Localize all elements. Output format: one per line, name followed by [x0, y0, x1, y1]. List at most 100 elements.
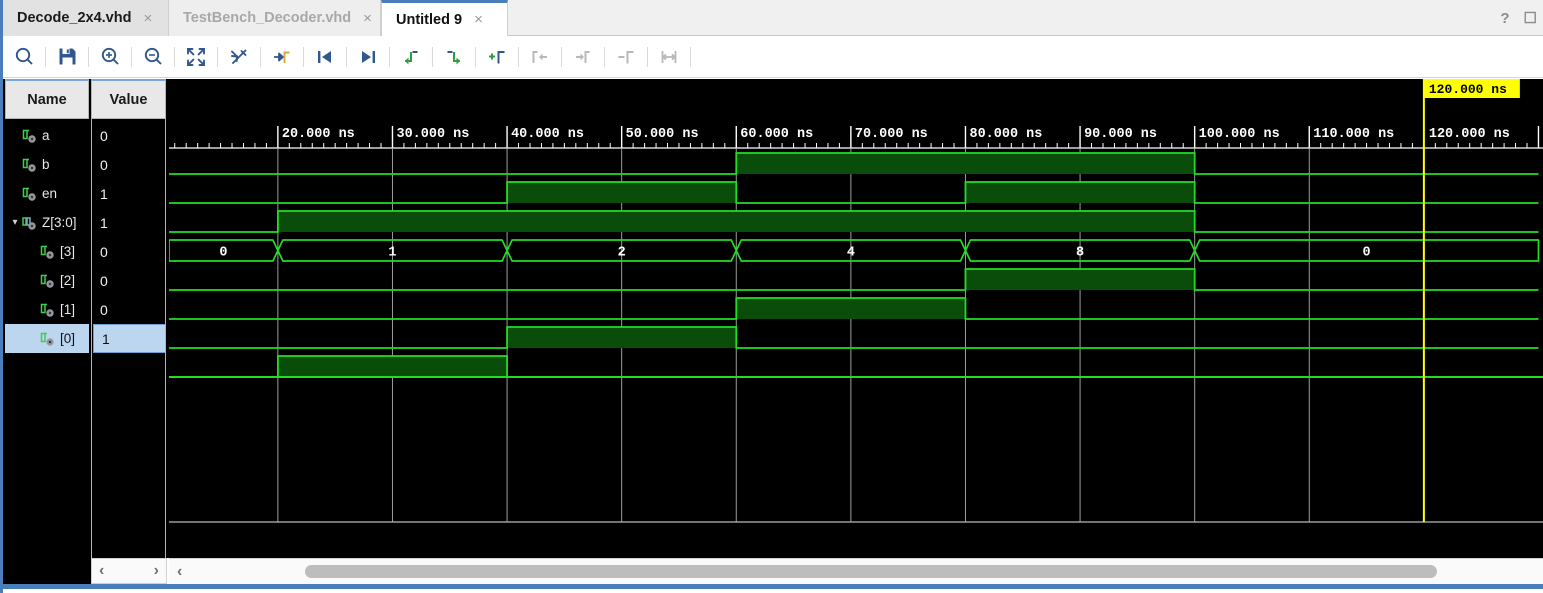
signal-list-panel: Name Value a b en ▾ Z[3:0] [3] [2] [1] [0] 00110… — [3, 79, 169, 558]
waveform-track-Z30: 0 1 2 4 8 0 — [169, 239, 1540, 262]
signal-value-cell[interactable]: 1 — [92, 179, 165, 208]
toolbar — [3, 36, 1543, 78]
chevron-down-icon[interactable]: ▾ — [9, 217, 21, 228]
tab-label: Untitled 9 — [396, 11, 463, 28]
zoom-cancel-icon[interactable] — [218, 36, 260, 78]
signal-row-en[interactable]: en — [5, 179, 89, 208]
ruler-label: 80.000 ns — [969, 127, 1042, 142]
next-edge-icon — [562, 36, 604, 78]
previous-edge-icon — [519, 36, 561, 78]
zoom-fit-icon[interactable] — [175, 36, 217, 78]
zoom-out-icon[interactable] — [132, 36, 174, 78]
search-icon[interactable] — [3, 36, 45, 78]
bus-value-label: 0 — [1363, 246, 1371, 261]
signal-value-cell[interactable]: 0 — [92, 266, 165, 295]
left-panel-filler — [3, 558, 91, 584]
signal-row-b[interactable]: b — [5, 150, 89, 179]
signal-value-cell[interactable]: 0 — [92, 121, 165, 150]
column-header-name[interactable]: Name — [5, 79, 89, 119]
ruler-label: 60.000 ns — [740, 127, 813, 142]
signal-value-cell[interactable]: 0 — [92, 237, 165, 266]
time-cursor[interactable]: 120.000 ns 120.000 ns — [1422, 79, 1520, 522]
signal-list-header: Name Value — [3, 79, 169, 119]
goto-time-icon[interactable] — [261, 36, 303, 78]
waveform-horizontal-scrollbar[interactable]: ‹ — [169, 558, 1543, 584]
tab-close-icon[interactable]: × — [474, 12, 483, 27]
bus-value-label: 4 — [847, 246, 855, 261]
help-icon[interactable]: ? — [1500, 11, 1509, 26]
column-header-value[interactable]: Value — [91, 79, 166, 119]
tab-decode-2x4[interactable]: Decode_2x4.vhd × — [3, 0, 169, 36]
signal-row-Z30[interactable]: ▾ Z[3:0] — [5, 208, 89, 237]
measure-icon — [648, 36, 690, 78]
signal-row-2[interactable]: [2] — [5, 266, 89, 295]
scrollbar-track[interactable] — [182, 559, 1543, 585]
waveform-track-a — [169, 152, 1539, 175]
signal-row-3[interactable]: [3] — [5, 237, 89, 266]
tab-bar: Decode_2x4.vhd × TestBench_Decoder.vhd ×… — [3, 0, 1543, 36]
tab-label: TestBench_Decoder.vhd — [183, 10, 352, 26]
ruler-label: 40.000 ns — [511, 127, 584, 142]
scroll-left-icon[interactable]: ‹ — [99, 563, 104, 579]
signal-name-label: [1] — [60, 302, 76, 317]
bus-value-label: 2 — [618, 246, 626, 261]
signal-value-cell[interactable]: 0 — [92, 150, 165, 179]
ruler-label: 100.000 ns — [1199, 127, 1280, 142]
wave-signal-icon — [40, 332, 55, 346]
add-marker-icon[interactable] — [476, 36, 518, 78]
window-footer — [3, 589, 1543, 593]
next-marker-icon[interactable] — [347, 36, 389, 78]
signal-name-label: Z[3:0] — [42, 215, 77, 230]
tab-label: Decode_2x4.vhd — [17, 10, 132, 26]
cursor-badge-label: 120.000 ns — [1429, 82, 1507, 97]
name-column-scrollbar[interactable]: ‹ › — [91, 558, 167, 584]
ruler-label: 50.000 ns — [626, 127, 699, 142]
previous-transition-icon[interactable] — [390, 36, 432, 78]
tab-close-icon[interactable]: × — [143, 11, 152, 26]
scrollbar-thumb[interactable] — [305, 564, 1437, 578]
window-controls: ? ☐ — [1500, 11, 1537, 26]
wave-signal-icon — [40, 303, 55, 317]
signal-row-0[interactable]: [0] — [5, 324, 89, 353]
signal-value-cell[interactable]: 0 — [92, 295, 165, 324]
ruler-label: 110.000 ns — [1313, 127, 1394, 142]
waveform-viewer-window: Decode_2x4.vhd × TestBench_Decoder.vhd ×… — [0, 0, 1543, 593]
waveform-track-3 — [169, 268, 1539, 291]
wave-signal-icon — [22, 187, 37, 201]
waveform-track-0 — [169, 355, 1539, 378]
signal-name-label: b — [42, 157, 50, 172]
signal-value-cell[interactable]: 1 — [92, 208, 165, 237]
next-transition-icon[interactable] — [433, 36, 475, 78]
signal-value-cell[interactable]: 1 — [93, 324, 165, 353]
waveform-gridlines — [169, 149, 1543, 523]
waveform-track-b — [169, 181, 1539, 204]
wave-bus-icon — [22, 216, 37, 230]
name-column: a b en ▾ Z[3:0] [3] [2] [1] [0] — [5, 119, 89, 558]
previous-marker-icon[interactable] — [304, 36, 346, 78]
ruler-label: 90.000 ns — [1084, 127, 1157, 142]
zoom-in-icon[interactable] — [89, 36, 131, 78]
tab-close-icon[interactable]: × — [363, 11, 372, 26]
bus-value-label: 0 — [219, 246, 227, 261]
waveform-track-1 — [169, 326, 1539, 349]
waveform-track-en — [169, 210, 1539, 233]
remove-marker-icon — [605, 36, 647, 78]
signal-name-label: [3] — [60, 244, 76, 259]
signal-row-a[interactable]: a — [5, 121, 89, 150]
save-icon[interactable] — [46, 36, 88, 78]
signal-name-label: [0] — [60, 331, 76, 346]
scroll-right-icon[interactable]: › — [154, 563, 159, 579]
signal-name-label: a — [42, 128, 50, 143]
tab-testbench-decoder[interactable]: TestBench_Decoder.vhd × — [169, 0, 381, 36]
signal-name-label: [2] — [60, 273, 76, 288]
toolbar-separator — [690, 46, 691, 67]
signal-name-label: en — [42, 186, 58, 201]
ruler-label: 20.000 ns — [282, 127, 355, 142]
tab-untitled-9[interactable]: Untitled 9 × — [381, 0, 508, 36]
wave-signal-icon — [22, 129, 37, 143]
waveform-track-2 — [169, 297, 1539, 320]
waveform-canvas[interactable]: 20.000 ns 30.000 ns 40.000 ns 50.000 ns 60.0… — [169, 79, 1543, 558]
waveform-svg: 20.000 ns 30.000 ns 40.000 ns 50.000 ns 60.0… — [169, 79, 1543, 523]
signal-row-1[interactable]: [1] — [5, 295, 89, 324]
maximize-square-icon[interactable]: ☐ — [1524, 11, 1537, 26]
